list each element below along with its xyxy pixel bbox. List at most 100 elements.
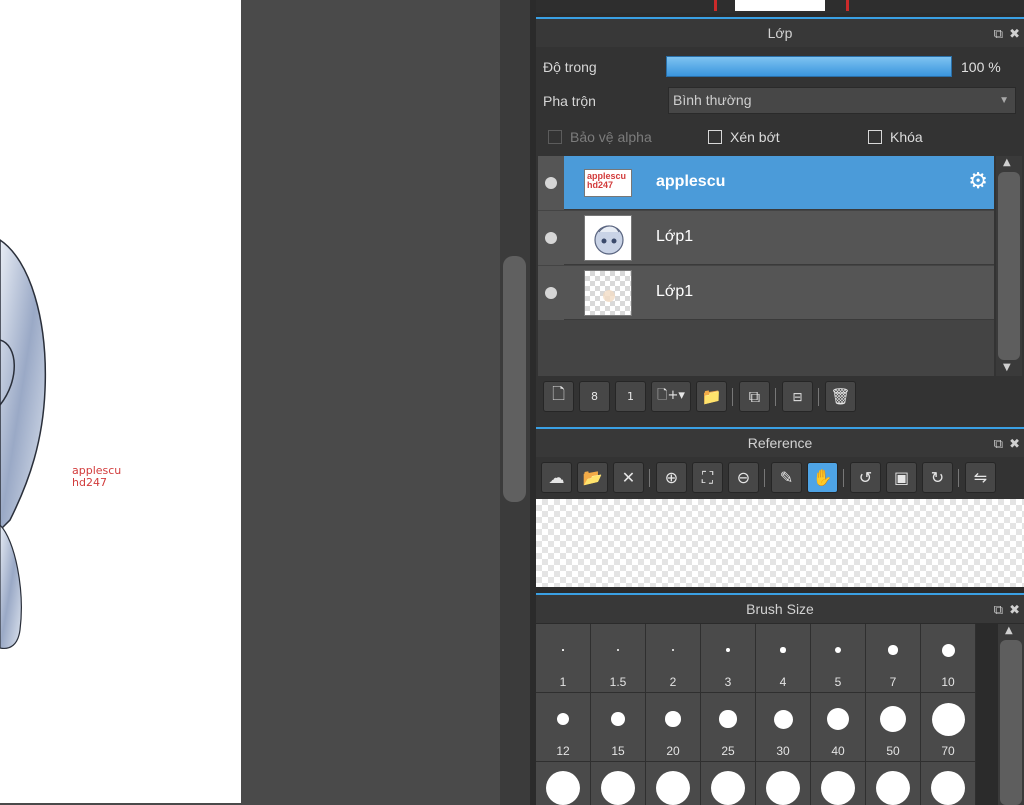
cloud-upload-button[interactable]: ☁ xyxy=(541,462,572,493)
visibility-cell[interactable] xyxy=(538,156,564,210)
duplicate-layer-button[interactable]: ⧉ xyxy=(739,381,770,412)
zoom-in-icon: ⊕ xyxy=(664,468,679,487)
popout-icon[interactable]: ⧉ xyxy=(994,603,1003,616)
new-1bit-layer-button[interactable]: 1 xyxy=(615,381,646,412)
blend-mode-select[interactable]: Bình thường ▼ xyxy=(668,87,1016,114)
brush-size-cell[interactable]: 3 xyxy=(701,624,755,692)
close-icon[interactable]: ✖ xyxy=(1009,603,1020,616)
layer-row[interactable]: Lớp1 xyxy=(538,211,994,265)
brush-size-cell[interactable]: 70 xyxy=(921,693,975,761)
brush-size-cell[interactable]: 50 xyxy=(866,693,920,761)
canvas-scrollbar-thumb[interactable] xyxy=(503,256,526,502)
brush-size-cell[interactable]: 4 xyxy=(756,624,810,692)
reference-panel-title: Reference xyxy=(747,435,813,451)
eyedropper-icon: ✎ xyxy=(779,468,794,487)
brush-size-cell[interactable] xyxy=(866,762,920,805)
brush-size-dot xyxy=(931,702,965,736)
brush-size-label: 4 xyxy=(779,675,787,689)
brush-size-cell[interactable]: 40 xyxy=(811,693,865,761)
fit-screen-icon: ⛶ xyxy=(701,467,714,487)
hand-tool-button[interactable]: ✋ xyxy=(807,462,838,493)
chevron-down-icon: ▼ xyxy=(999,95,1009,106)
merge-layer-button[interactable]: ⊟ xyxy=(782,381,813,412)
rotate-left-button[interactable]: ↺ xyxy=(850,462,881,493)
delete-layer-button[interactable]: 🗑 xyxy=(825,381,856,412)
canvas-area[interactable]: applescu hd247 xyxy=(0,0,530,805)
brush-size-cell[interactable]: 25 xyxy=(701,693,755,761)
scroll-down-icon[interactable]: ▼ xyxy=(1003,362,1011,373)
brush-size-cell[interactable] xyxy=(756,762,810,805)
close-icon[interactable]: ✖ xyxy=(1009,27,1020,40)
layer-list: applescu hd247 applescu ⚙ Lớp1 Lớp1 xyxy=(538,156,994,376)
brush-size-dot xyxy=(821,771,855,805)
brush-size-cell[interactable] xyxy=(536,762,590,805)
layer-row[interactable]: Lớp1 xyxy=(538,266,994,320)
new-folder-button[interactable]: 📁 xyxy=(696,381,727,412)
brush-size-cell[interactable]: 7 xyxy=(866,624,920,692)
brush-size-cell[interactable]: 1 xyxy=(536,624,590,692)
brush-size-cell[interactable]: 1.5 xyxy=(591,624,645,692)
gear-icon[interactable]: ⚙ xyxy=(968,171,988,193)
scroll-up-icon[interactable]: ▲ xyxy=(1005,625,1013,636)
brush-size-label: 25 xyxy=(721,744,735,758)
visibility-cell[interactable] xyxy=(538,266,564,320)
brush-grid-scrollbar-thumb[interactable] xyxy=(1000,640,1022,805)
brush-size-cell[interactable]: 20 xyxy=(646,693,700,761)
brush-size-cell[interactable]: 10 xyxy=(921,624,975,692)
brush-size-cell[interactable]: 30 xyxy=(756,693,810,761)
visibility-icon[interactable] xyxy=(545,287,557,299)
visibility-icon[interactable] xyxy=(545,232,557,244)
layer-row[interactable]: applescu hd247 applescu ⚙ xyxy=(538,156,994,210)
brush-size-cell[interactable] xyxy=(646,762,700,805)
brush-size-cell[interactable]: 15 xyxy=(591,693,645,761)
protect-alpha-checkbox[interactable]: Bảo vệ alpha xyxy=(548,129,652,145)
brush-size-cell[interactable] xyxy=(921,762,975,805)
checkbox-box xyxy=(868,130,882,144)
popout-icon[interactable]: ⧉ xyxy=(994,437,1003,450)
eyedropper-button[interactable]: ✎ xyxy=(771,462,802,493)
fit-screen-button[interactable]: ⛶ xyxy=(692,462,723,493)
brush-size-dot xyxy=(671,648,675,652)
brush-size-dot xyxy=(780,647,786,653)
toolbar-separator xyxy=(764,468,765,487)
lock-checkbox[interactable]: Khóa xyxy=(868,129,923,145)
layer-thumbnail: applescu hd247 xyxy=(584,169,632,197)
new-8bit-layer-button[interactable]: 8 xyxy=(579,381,610,412)
brush-size-cell[interactable] xyxy=(591,762,645,805)
navigator-preview[interactable] xyxy=(735,0,825,11)
brush-size-cell[interactable] xyxy=(811,762,865,805)
brush-size-cell[interactable] xyxy=(701,762,755,805)
toolbar-separator xyxy=(958,468,959,487)
brush-size-label: 15 xyxy=(611,744,625,758)
brush-size-cell[interactable]: 12 xyxy=(536,693,590,761)
visibility-cell[interactable] xyxy=(538,211,564,265)
watermark-line-2: hd247 xyxy=(72,476,107,489)
clipping-checkbox[interactable]: Xén bớt xyxy=(708,129,780,145)
layer-panel-header: Lớp ⧉ ✖ xyxy=(536,19,1024,47)
fit-frame-button[interactable]: ▣ xyxy=(886,462,917,493)
new-layer-button[interactable]: 🗋 xyxy=(543,381,574,412)
zoom-out-button[interactable]: ⊖ xyxy=(728,462,759,493)
layer-name: applescu xyxy=(656,173,726,190)
brush-size-label: 1.5 xyxy=(609,675,627,689)
flip-button[interactable]: ⇋ xyxy=(965,462,996,493)
reference-preview[interactable] xyxy=(536,499,1024,587)
rotate-right-button[interactable]: ↻ xyxy=(922,462,953,493)
add-layer-menu-button[interactable]: 🗋+▾ xyxy=(651,381,691,412)
visibility-icon[interactable] xyxy=(545,177,557,189)
scroll-up-icon[interactable]: ▲ xyxy=(1003,157,1011,168)
brush-size-cell[interactable]: 2 xyxy=(646,624,700,692)
popout-icon[interactable]: ⧉ xyxy=(994,27,1003,40)
navigator-frame-left xyxy=(714,0,717,11)
close-reference-button[interactable]: ✕ xyxy=(613,462,644,493)
brush-size-label: 12 xyxy=(556,744,570,758)
brush-size-label: 10 xyxy=(941,675,955,689)
canvas-paper[interactable]: applescu hd247 xyxy=(0,0,241,803)
open-folder-button[interactable]: 📂 xyxy=(577,462,608,493)
layer-list-scrollbar-thumb[interactable] xyxy=(998,172,1020,360)
zoom-in-button[interactable]: ⊕ xyxy=(656,462,687,493)
brush-size-cell[interactable]: 5 xyxy=(811,624,865,692)
opacity-slider[interactable] xyxy=(666,56,952,77)
close-icon[interactable]: ✖ xyxy=(1009,437,1020,450)
brush-size-dot xyxy=(665,711,681,727)
